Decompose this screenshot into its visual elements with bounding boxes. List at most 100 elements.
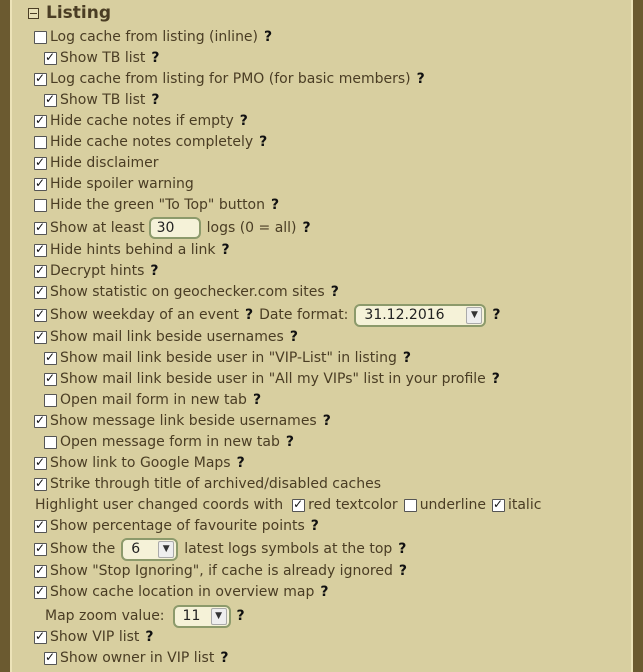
checkbox[interactable] — [34, 584, 47, 599]
setting-mail-link-all-my-vips[interactable]: Show mail link beside user in "All my VI… — [44, 369, 500, 389]
help-icon[interactable]: ? — [264, 29, 272, 45]
checkbox[interactable] — [34, 220, 47, 235]
checkbox[interactable] — [44, 50, 57, 65]
checkbox[interactable] — [34, 455, 47, 470]
checkbox[interactable] — [34, 329, 47, 344]
help-icon[interactable]: ? — [245, 307, 253, 323]
option-underline-label: underline — [419, 497, 486, 513]
chevron-down-icon[interactable]: ▼ — [466, 306, 483, 324]
checkbox[interactable] — [34, 71, 47, 86]
setting-open-message-new-tab[interactable]: Open message form in new tab ? — [44, 432, 294, 452]
setting-hide-spoiler-warning[interactable]: Hide spoiler warning — [34, 174, 194, 194]
checkbox[interactable] — [44, 371, 57, 386]
setting-cache-location-map[interactable]: Show cache location in overview map ? — [34, 582, 328, 602]
setting-geochecker-statistic[interactable]: Show statistic on geochecker.com sites ? — [34, 282, 339, 302]
section-title: Listing — [46, 3, 112, 23]
checkbox[interactable] — [34, 135, 47, 149]
checkbox[interactable] — [34, 541, 47, 556]
setting-log-cache-inline[interactable]: Log cache from listing (inline) ? — [34, 27, 272, 47]
setting-hide-disclaimer[interactable]: Hide disclaimer — [34, 153, 159, 173]
chevron-down-icon[interactable]: ▼ — [158, 540, 175, 558]
help-icon[interactable]: ? — [151, 92, 159, 108]
help-icon[interactable]: ? — [240, 113, 248, 129]
checkbox[interactable] — [34, 518, 47, 533]
setting-stop-ignoring[interactable]: Show "Stop Ignoring", if cache is alread… — [34, 561, 407, 581]
checkbox[interactable] — [44, 435, 57, 449]
help-icon[interactable]: ? — [151, 50, 159, 66]
help-icon[interactable]: ? — [323, 413, 331, 429]
help-icon[interactable]: ? — [492, 307, 500, 323]
setting-show-at-least-logs[interactable]: Show at least 30 logs (0 = all) ? — [34, 216, 311, 240]
setting-google-maps-link[interactable]: Show link to Google Maps ? — [34, 453, 245, 473]
chevron-down-icon[interactable]: ▼ — [210, 607, 227, 625]
section-header-listing[interactable]: Listing — [28, 2, 111, 24]
help-icon[interactable]: ? — [331, 284, 339, 300]
setting-show-tb-list-inline[interactable]: Show TB list ? — [44, 48, 160, 68]
setting-open-mail-new-tab[interactable]: Open mail form in new tab ? — [44, 390, 261, 410]
help-icon[interactable]: ? — [398, 541, 406, 557]
setting-strike-through-archived[interactable]: Strike through title of archived/disable… — [34, 474, 381, 494]
help-icon[interactable]: ? — [417, 71, 425, 87]
map-zoom-select[interactable]: 11 ▼ — [172, 604, 231, 628]
checkbox[interactable] — [34, 113, 47, 128]
checkbox[interactable] — [34, 263, 47, 278]
checkbox[interactable] — [44, 350, 57, 365]
help-icon[interactable]: ? — [220, 650, 228, 666]
setting-log-cache-pmo[interactable]: Log cache from listing for PMO (for basi… — [34, 69, 425, 89]
logs-count-input[interactable]: 30 — [148, 217, 201, 239]
date-format-select[interactable]: 31.12.2016 ▼ — [354, 303, 487, 327]
setting-label: Show cache location in overview map — [50, 584, 315, 600]
checkbox-italic[interactable] — [491, 497, 505, 512]
collapse-icon[interactable] — [28, 7, 39, 19]
setting-label: Show mail link beside usernames — [50, 329, 284, 345]
help-icon[interactable]: ? — [237, 455, 245, 471]
checkbox-underline[interactable] — [403, 498, 417, 512]
checkbox[interactable] — [34, 30, 47, 44]
setting-message-link-usernames[interactable]: Show message link beside usernames ? — [34, 411, 331, 431]
checkbox[interactable] — [44, 650, 57, 665]
setting-hide-hints-behind-link[interactable]: Hide hints behind a link ? — [34, 240, 230, 260]
help-icon[interactable]: ? — [222, 242, 230, 258]
help-icon[interactable]: ? — [259, 134, 267, 150]
help-icon[interactable]: ? — [145, 629, 153, 645]
help-icon[interactable]: ? — [237, 608, 245, 624]
setting-show-owner-vip-list[interactable]: Show owner in VIP list ? — [44, 648, 228, 668]
help-icon[interactable]: ? — [492, 371, 500, 387]
help-icon[interactable]: ? — [150, 263, 158, 279]
checkbox[interactable] — [34, 413, 47, 428]
checkbox[interactable] — [34, 563, 47, 578]
checkbox-red-textcolor[interactable] — [292, 497, 306, 512]
help-icon[interactable]: ? — [271, 197, 279, 213]
setting-mail-link-usernames[interactable]: Show mail link beside usernames ? — [34, 327, 298, 347]
checkbox[interactable] — [34, 476, 47, 491]
checkbox[interactable] — [34, 155, 47, 170]
help-icon[interactable]: ? — [403, 350, 411, 366]
checkbox[interactable] — [34, 284, 47, 299]
setting-favourite-points-percentage[interactable]: Show percentage of favourite points ? — [34, 516, 319, 536]
help-icon[interactable]: ? — [290, 329, 298, 345]
help-icon[interactable]: ? — [303, 220, 311, 236]
logs-symbols-select[interactable]: 6 ▼ — [121, 537, 179, 561]
checkbox[interactable] — [34, 176, 47, 191]
checkbox[interactable] — [44, 393, 57, 407]
setting-latest-logs-symbols[interactable]: Show the 6 ▼ latest logs symbols at the … — [34, 537, 406, 561]
help-icon[interactable]: ? — [311, 518, 319, 534]
checkbox[interactable] — [34, 307, 47, 322]
setting-show-tb-list-pmo[interactable]: Show TB list ? — [44, 90, 160, 110]
date-format-label: Date format: — [259, 307, 349, 323]
help-icon[interactable]: ? — [253, 392, 261, 408]
checkbox[interactable] — [44, 92, 57, 107]
setting-show-vip-list[interactable]: Show VIP list ? — [34, 627, 154, 647]
setting-show-weekday-event[interactable]: Show weekday of an event ? Date format: … — [34, 303, 501, 327]
checkbox[interactable] — [34, 242, 47, 257]
checkbox[interactable] — [34, 198, 47, 212]
help-icon[interactable]: ? — [320, 584, 328, 600]
checkbox[interactable] — [34, 629, 47, 644]
setting-hide-to-top-button[interactable]: Hide the green "To Top" button ? — [34, 195, 279, 215]
setting-hide-cache-notes-completely[interactable]: Hide cache notes completely ? — [34, 132, 267, 152]
help-icon[interactable]: ? — [399, 563, 407, 579]
help-icon[interactable]: ? — [286, 434, 294, 450]
setting-hide-cache-notes-empty[interactable]: Hide cache notes if empty ? — [34, 111, 248, 131]
setting-mail-link-vip-list[interactable]: Show mail link beside user in "VIP-List"… — [44, 348, 411, 368]
setting-decrypt-hints[interactable]: Decrypt hints ? — [34, 261, 159, 281]
